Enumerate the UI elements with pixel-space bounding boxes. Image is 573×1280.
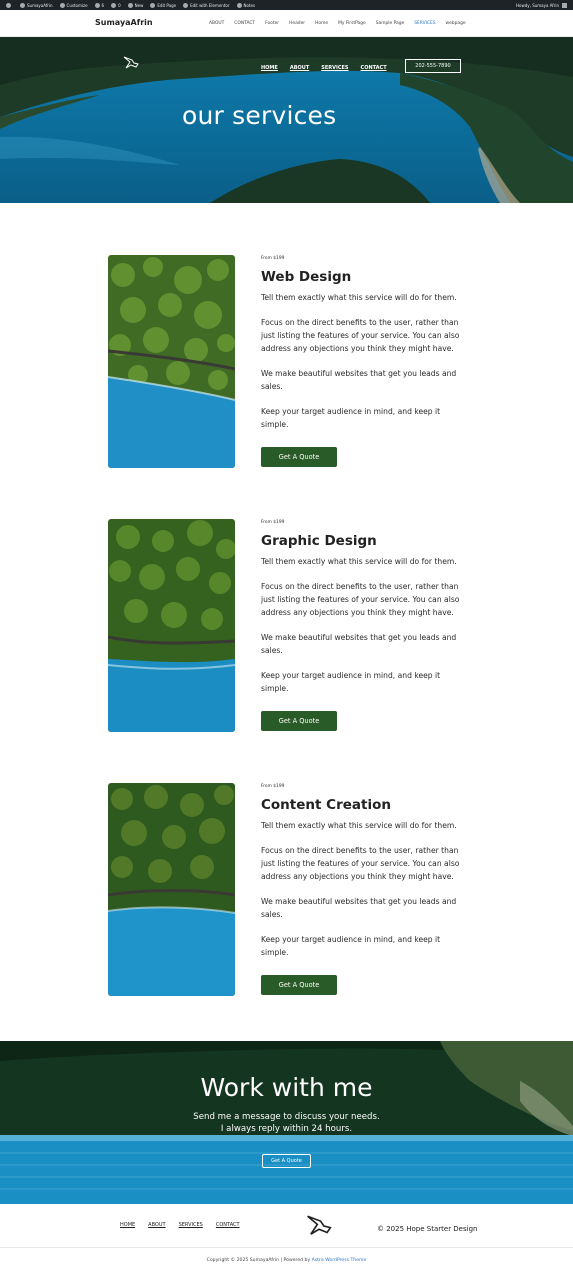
service-paragraph: Focus on the direct benefits to the user… — [261, 318, 460, 353]
footer-nav: HOME ABOUT SERVICES CONTACT — [120, 1222, 253, 1228]
admin-bar-comments[interactable]: 0 — [111, 2, 121, 8]
astra-theme-link[interactable]: Astra WordPress Theme — [312, 1258, 367, 1263]
admin-bar-customize[interactable]: Customize — [59, 2, 88, 8]
service-image — [108, 519, 235, 732]
comment-icon — [111, 2, 117, 8]
nav-item-header[interactable]: Header — [289, 21, 305, 26]
site-header: SumayaAfrin ABOUT CONTACT Footer Header … — [0, 10, 573, 37]
footer-nav-services[interactable]: SERVICES — [179, 1222, 203, 1228]
admin-bar-notes-label: Notes — [243, 2, 256, 8]
admin-bar-customize-label: Customize — [66, 2, 88, 8]
hero-section: HOME ABOUT SERVICES CONTACT 202-555-7890… — [0, 37, 573, 203]
service-paragraph: Keep your target audience in mind, and k… — [261, 671, 441, 693]
service-paragraph: We make beautiful websites that get you … — [261, 633, 457, 655]
updates-icon — [94, 2, 100, 8]
hero-nav-services[interactable]: SERVICES — [321, 65, 348, 71]
service-description: Tell them exactly what this service will… — [261, 556, 466, 708]
nav-item-contact[interactable]: CONTACT — [234, 21, 255, 26]
service-description: Tell them exactly what this service will… — [261, 820, 466, 972]
admin-bar-elementor-label: Edit with Elementor — [190, 2, 230, 8]
footer-nav-about[interactable]: ABOUT — [148, 1222, 165, 1228]
work-title: Work with me — [200, 1073, 373, 1102]
service-description: Tell them exactly what this service will… — [261, 292, 466, 444]
get-quote-button[interactable]: Get A Quote — [261, 975, 337, 995]
nav-item-home[interactable]: Home — [315, 21, 328, 26]
nav-item-footer[interactable]: Footer — [265, 21, 279, 26]
service-title: Content Creation — [261, 797, 391, 813]
footer-copyright: © 2025 Hope Starter Design — [377, 1225, 478, 1233]
footer-nav-home[interactable]: HOME — [120, 1222, 135, 1228]
service-paragraph: Focus on the direct benefits to the user… — [261, 582, 460, 617]
work-with-me-section: Work with me Send me a message to discus… — [0, 1041, 573, 1204]
service-paragraph: Keep your target audience in mind, and k… — [261, 935, 441, 957]
wordpress-icon — [6, 2, 11, 8]
service-paragraph: We make beautiful websites that get you … — [261, 369, 457, 391]
service-paragraph: Tell them exactly what this service will… — [261, 821, 457, 830]
nav-item-webpage[interactable]: webpage — [446, 21, 466, 26]
bottom-bar-text: Copyright © 2025 SumayaAfrin | Powered b… — [206, 1258, 311, 1263]
get-quote-button[interactable]: Get A Quote — [261, 711, 337, 731]
get-quote-button[interactable]: Get A Quote — [261, 447, 337, 467]
page-title: our services — [182, 101, 337, 130]
bird-logo-icon[interactable] — [123, 56, 139, 70]
admin-bar-elementor[interactable]: Edit with Elementor — [183, 2, 230, 8]
admin-bar-wordpress[interactable] — [6, 2, 13, 8]
brush-icon — [59, 2, 65, 8]
admin-bar-greeting: Howdy, Sumaya Afrin — [516, 2, 559, 8]
bottom-bar: Copyright © 2025 SumayaAfrin | Powered b… — [0, 1258, 573, 1263]
nav-item-about[interactable]: ABOUT — [209, 21, 224, 26]
service-title: Graphic Design — [261, 533, 377, 549]
hero-nav: HOME ABOUT SERVICES CONTACT — [261, 65, 399, 71]
admin-bar-account[interactable]: Howdy, Sumaya Afrin — [516, 2, 567, 8]
service-paragraph: Focus on the direct benefits to the user… — [261, 846, 460, 881]
service-paragraph: Tell them exactly what this service will… — [261, 557, 457, 566]
service-paragraph: Keep your target audience in mind, and k… — [261, 407, 441, 429]
admin-bar-edit-page[interactable]: Edit Page — [150, 2, 177, 8]
phone-button[interactable]: 202-555-7890 — [405, 59, 461, 73]
admin-bar-comments-count: 0 — [118, 2, 121, 8]
home-icon — [20, 2, 25, 8]
nav-item-services[interactable]: SERVICES — [414, 21, 435, 26]
bird-logo-icon[interactable] — [306, 1214, 332, 1238]
admin-bar-edit-label: Edit Page — [157, 2, 177, 8]
admin-bar-site-label: SumayaAfrin — [27, 2, 53, 8]
service-title: Web Design — [261, 269, 352, 285]
footer: HOME ABOUT SERVICES CONTACT © 2025 Hope … — [0, 1204, 573, 1248]
service-image — [108, 255, 235, 468]
work-text-line: Send me a message to discuss your needs. — [193, 1112, 380, 1122]
admin-bar-notes[interactable]: Notes — [236, 2, 256, 8]
service-paragraph: Tell them exactly what this service will… — [261, 293, 457, 302]
service-price: From $199 — [261, 256, 285, 261]
service-price: From $199 — [261, 520, 285, 525]
service-image — [108, 783, 235, 996]
admin-bar-new[interactable]: New — [127, 2, 144, 8]
plus-icon — [127, 2, 133, 8]
nav-item-sample-page[interactable]: Sample Page — [376, 21, 405, 26]
service-price: From $199 — [261, 784, 285, 789]
hero-nav-home[interactable]: HOME — [261, 65, 278, 71]
footer-nav-contact[interactable]: CONTACT — [216, 1222, 240, 1228]
admin-bar-updates-count: 6 — [101, 2, 105, 8]
avatar — [562, 2, 567, 8]
admin-bar-updates[interactable]: 6 — [94, 2, 105, 8]
notes-icon — [236, 2, 242, 8]
work-text-line: I always reply within 24 hours. — [220, 1124, 353, 1134]
nav-item-my-first-page[interactable]: My FirstPage — [338, 21, 366, 26]
admin-bar-new-label: New — [134, 2, 144, 8]
work-quote-button[interactable]: Get A Quote — [262, 1154, 311, 1168]
hero-nav-about[interactable]: ABOUT — [290, 65, 309, 71]
work-text: Send me a message to discuss your needs.… — [0, 1111, 573, 1135]
admin-bar-site[interactable]: SumayaAfrin — [20, 2, 53, 8]
elementor-icon — [183, 2, 189, 8]
site-title[interactable]: SumayaAfrin — [95, 18, 153, 27]
hero-nav-contact[interactable]: CONTACT — [361, 65, 387, 71]
admin-bar: SumayaAfrin Customize 6 0 New Edit Page … — [0, 0, 573, 10]
service-paragraph: We make beautiful websites that get you … — [261, 897, 457, 919]
main-nav: ABOUT CONTACT Footer Header Home My Firs… — [209, 21, 476, 26]
pencil-icon — [150, 2, 156, 8]
